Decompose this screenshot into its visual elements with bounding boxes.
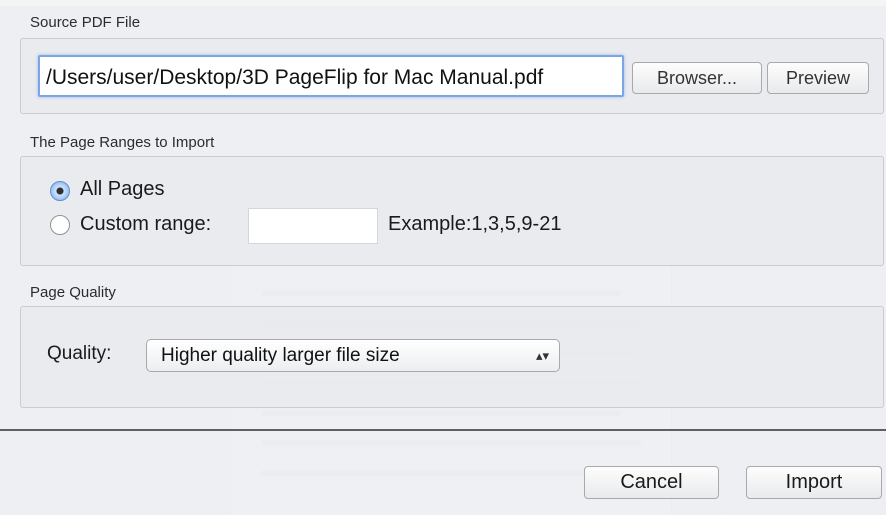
pdf-path-input[interactable]: /Users/user/Desktop/3D PageFlip for Mac … xyxy=(38,55,624,97)
preview-button[interactable]: Preview xyxy=(767,62,869,94)
source-pdf-label: Source PDF File xyxy=(30,14,141,31)
cancel-button[interactable]: Cancel xyxy=(584,466,719,499)
page-ranges-label: The Page Ranges to Import xyxy=(30,134,215,151)
custom-range-radio[interactable] xyxy=(50,215,70,235)
range-example-text: Example:1,3,5,9-21 xyxy=(388,213,562,235)
custom-range-input[interactable] xyxy=(248,208,378,244)
page-quality-label: Page Quality xyxy=(30,284,116,301)
updown-arrows-icon: ▴▾ xyxy=(535,348,549,363)
import-button[interactable]: Import xyxy=(746,466,882,499)
quality-select-value: Higher quality larger file size xyxy=(161,345,400,366)
page-ranges-group xyxy=(20,156,884,266)
browse-button[interactable]: Browser... xyxy=(632,62,762,94)
all-pages-radio[interactable] xyxy=(50,181,70,201)
footer-divider xyxy=(0,429,886,431)
custom-range-label: Custom range: xyxy=(80,213,212,235)
dialog-top-edge xyxy=(0,0,886,6)
quality-select[interactable]: Higher quality larger file size ▴▾ xyxy=(146,339,560,372)
all-pages-label: All Pages xyxy=(80,178,165,200)
quality-field-label: Quality: xyxy=(47,343,112,364)
import-pdf-dialog: Source PDF File /Users/user/Desktop/3D P… xyxy=(0,0,886,515)
